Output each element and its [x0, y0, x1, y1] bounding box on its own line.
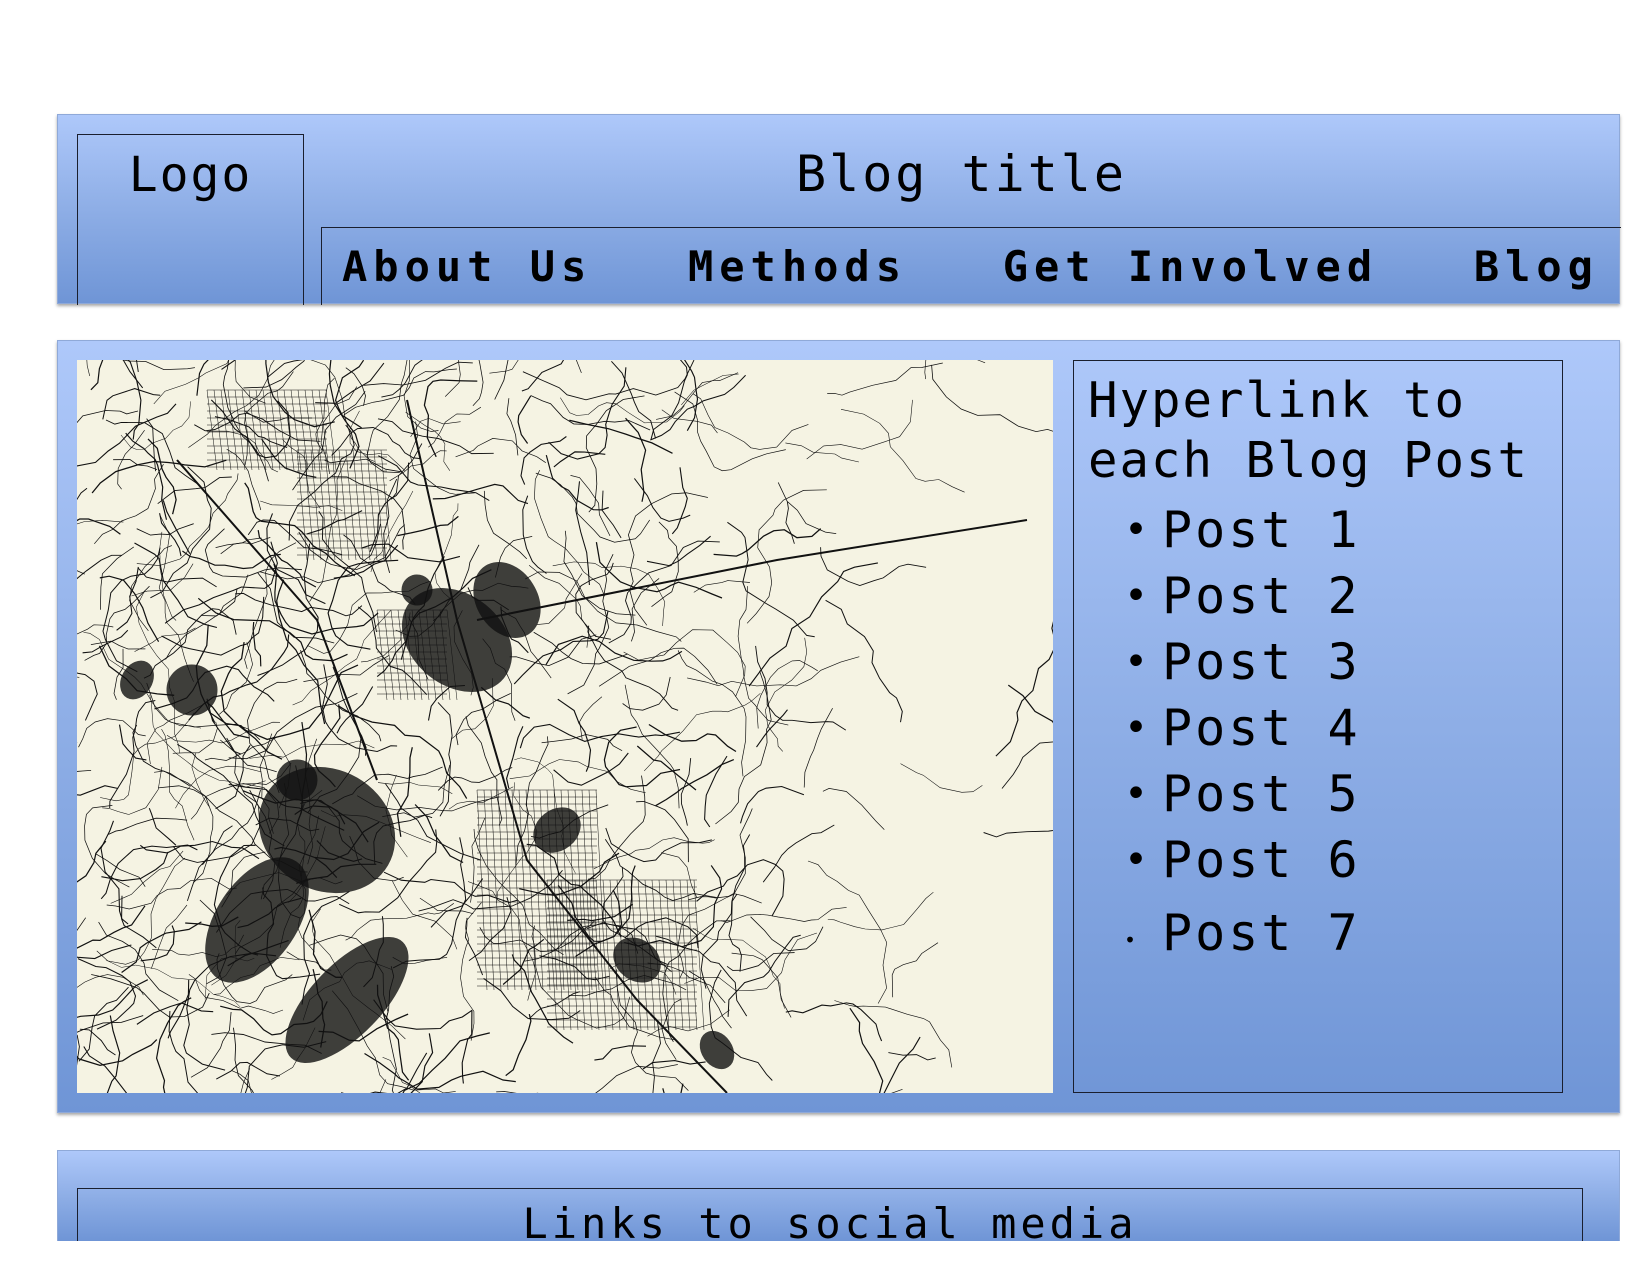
nav-bar: About Us Methods Get Involved Blog: [321, 227, 1621, 305]
blog-post-sidebar: Hyperlink to each Blog Post • Post 1 • Pos…: [1073, 360, 1563, 1093]
nav-item-get-involved[interactable]: Get Involved: [1003, 242, 1378, 291]
sidebar-heading-line-1: Hyperlink to: [1088, 372, 1467, 429]
main-panel: Hyperlink to each Blog Post • Post 1 • Pos…: [57, 340, 1620, 1113]
bullet-icon: •: [1124, 507, 1152, 553]
post-label: Post 4: [1162, 699, 1361, 757]
bullet-icon: •: [1124, 705, 1152, 751]
post-label: Post 6: [1162, 831, 1361, 889]
header-panel: Logo Blog title About Us Methods Get Inv…: [57, 114, 1621, 305]
road-map-graphic: [77, 360, 1053, 1093]
social-media-links[interactable]: Links to social media: [522, 1199, 1137, 1241]
post-link-7[interactable]: • Post 7: [1124, 893, 1548, 973]
road-map-image: [77, 360, 1053, 1093]
logo-placeholder[interactable]: Logo: [77, 134, 304, 305]
post-link-1[interactable]: • Post 1: [1124, 497, 1548, 563]
bullet-icon: •: [1124, 771, 1152, 817]
logo-label: Logo: [128, 147, 253, 203]
nav-item-about-us[interactable]: About Us: [342, 242, 592, 291]
post-link-6[interactable]: • Post 6: [1124, 827, 1548, 893]
bullet-icon: •: [1124, 639, 1152, 685]
bullet-icon: •: [1124, 837, 1152, 883]
post-link-4[interactable]: • Post 4: [1124, 695, 1548, 761]
post-label: Post 2: [1162, 567, 1361, 625]
post-list: • Post 1 • Post 2 • Post 3 • Post 4 • Post 5 …: [1088, 497, 1548, 973]
post-link-2[interactable]: • Post 2: [1124, 563, 1548, 629]
footer-panel: Links to social media: [57, 1150, 1620, 1241]
post-label: Post 5: [1162, 765, 1361, 823]
blog-title: Blog title: [795, 145, 1128, 203]
social-links-box: Links to social media: [77, 1188, 1583, 1241]
post-link-3[interactable]: • Post 3: [1124, 629, 1548, 695]
sidebar-heading-line-2: each Blog Post: [1088, 432, 1530, 489]
post-label: Post 3: [1162, 633, 1361, 691]
nav-item-blog[interactable]: Blog: [1474, 242, 1599, 291]
post-link-5[interactable]: • Post 5: [1124, 761, 1548, 827]
nav-item-methods[interactable]: Methods: [688, 242, 907, 291]
bullet-icon: •: [1124, 928, 1140, 952]
bullet-icon: •: [1124, 573, 1152, 619]
sidebar-heading: Hyperlink to each Blog Post: [1088, 371, 1548, 491]
post-label: Post 7: [1162, 904, 1361, 962]
post-label: Post 1: [1162, 501, 1361, 559]
